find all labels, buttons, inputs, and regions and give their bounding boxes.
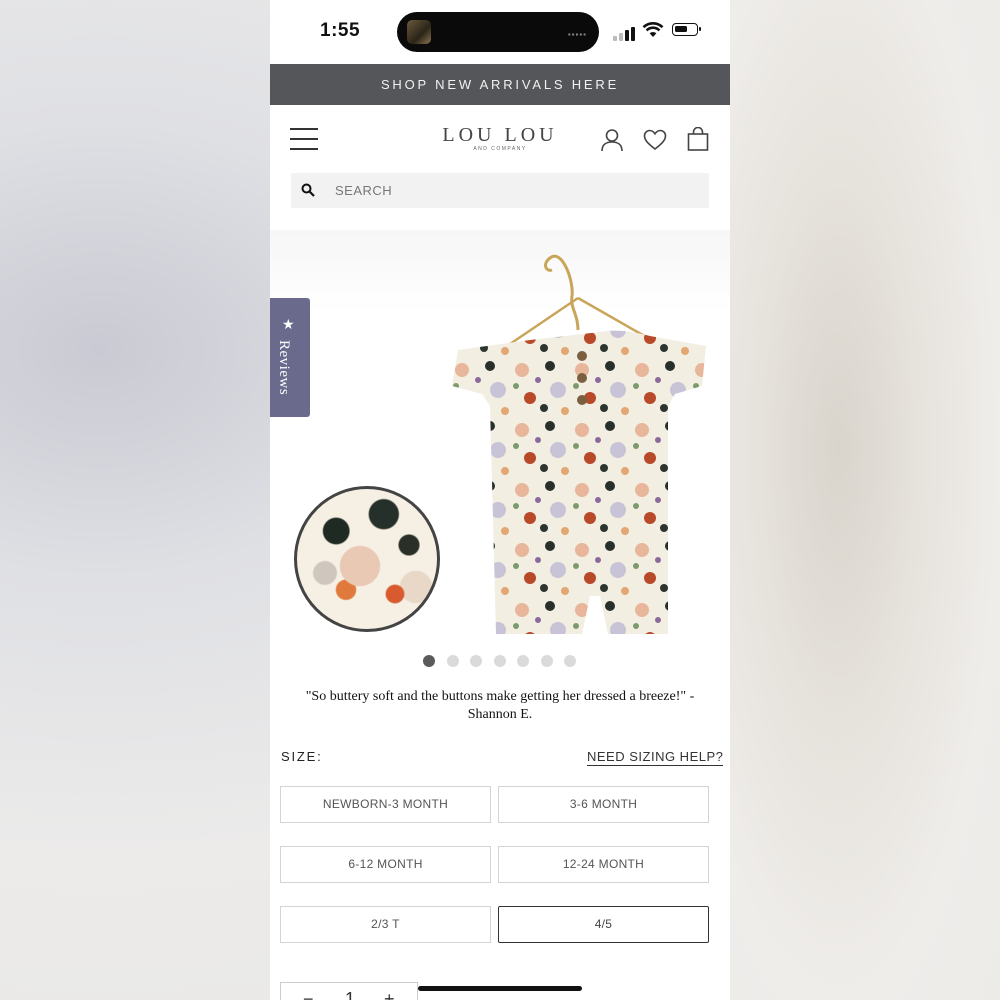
- product-image-romper[interactable]: [450, 236, 710, 636]
- quantity-stepper[interactable]: − 1 +: [280, 982, 418, 1000]
- reviews-tab[interactable]: ★ Reviews: [270, 298, 310, 417]
- size-label: SIZE:: [281, 749, 323, 764]
- quantity-value: 1: [345, 989, 356, 1000]
- pagination-dot[interactable]: [446, 655, 459, 667]
- size-option-2-3-t[interactable]: 2/3 T: [280, 906, 491, 943]
- wifi-icon: [642, 22, 664, 37]
- search-icon: [301, 183, 315, 197]
- star-icon: ★: [282, 316, 295, 332]
- now-playing-artwork: [407, 20, 431, 44]
- pagination-dot[interactable]: [493, 655, 506, 667]
- size-option-6-12-month[interactable]: 6-12 MONTH: [280, 846, 491, 883]
- status-bar: 1:55 ▪▪▪▪▪: [270, 0, 730, 64]
- background-blur-right: [730, 0, 1000, 1000]
- audio-wave-icon: ▪▪▪▪▪: [567, 30, 587, 39]
- testimonial: "So buttery soft and the buttons make ge…: [290, 688, 710, 724]
- size-option-newborn-3-month[interactable]: NEWBORN-3 MONTH: [280, 786, 491, 823]
- brand-logo[interactable]: LOU LOU AND COMPANY: [420, 124, 580, 152]
- menu-icon[interactable]: [290, 128, 318, 150]
- account-icon[interactable]: [600, 128, 624, 152]
- size-option-4-5[interactable]: 4/5: [498, 906, 709, 943]
- fabric-swatch-image: [294, 486, 440, 632]
- dynamic-island[interactable]: ▪▪▪▪▪: [397, 12, 599, 52]
- pagination-dot[interactable]: [564, 655, 576, 667]
- size-option-12-24-month[interactable]: 12-24 MONTH: [498, 846, 709, 883]
- cellular-signal-icon: [613, 23, 637, 41]
- heart-icon[interactable]: [643, 129, 667, 151]
- logo-main-text: LOU LOU: [442, 124, 558, 146]
- reviews-tab-label: Reviews: [276, 340, 292, 396]
- status-time: 1:55: [320, 20, 361, 41]
- gallery-pagination[interactable]: [423, 654, 588, 672]
- pagination-dot[interactable]: [540, 655, 553, 667]
- quantity-decrease-button[interactable]: −: [303, 989, 314, 1000]
- pagination-dot[interactable]: [423, 655, 435, 667]
- testimonial-quote: "So buttery soft and the buttons make ge…: [305, 689, 687, 704]
- search-bar[interactable]: [291, 173, 709, 208]
- pagination-dot[interactable]: [470, 655, 482, 667]
- battery-icon: [672, 23, 701, 36]
- quantity-increase-button[interactable]: +: [384, 989, 395, 1000]
- size-option-3-6-month[interactable]: 3-6 MONTH: [498, 786, 709, 823]
- pagination-dot[interactable]: [517, 655, 529, 667]
- shopping-bag-icon[interactable]: [687, 127, 709, 151]
- home-indicator[interactable]: [418, 986, 582, 991]
- promo-banner[interactable]: SHOP NEW ARRIVALS HERE: [270, 64, 730, 105]
- phone-screen: 1:55 ▪▪▪▪▪ SHOP NEW ARRIVALS HERE LOU LO…: [270, 0, 730, 1000]
- search-input[interactable]: [335, 173, 695, 208]
- sizing-help-link[interactable]: NEED SIZING HELP?: [587, 749, 724, 766]
